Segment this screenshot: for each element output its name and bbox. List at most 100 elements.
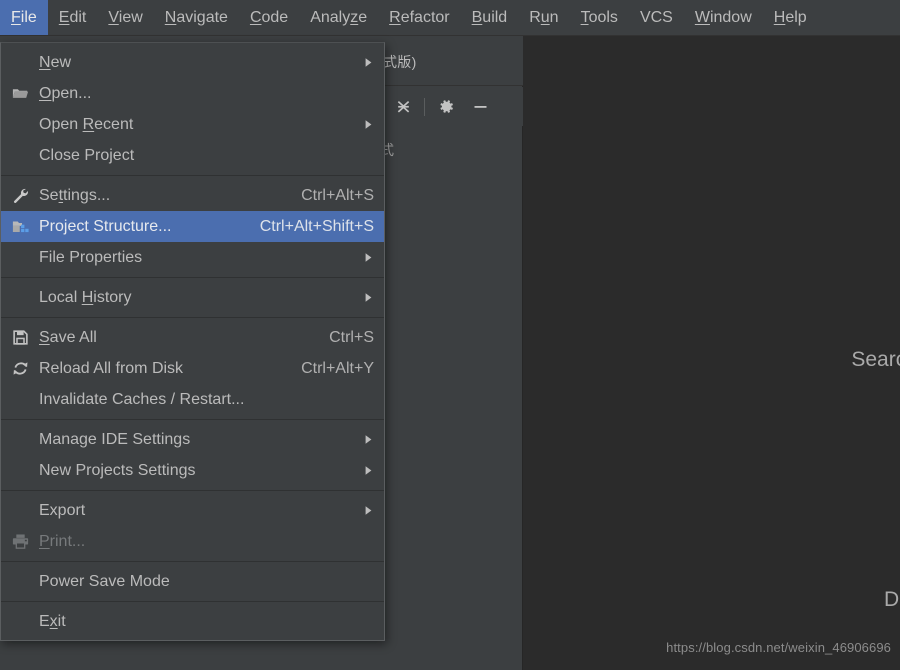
menubar-item-label: Tools [580,8,618,26]
menu-icon-slot [1,47,39,78]
menubar-item-help[interactable]: Help [763,0,818,35]
menubar-item-label: Build [471,8,508,26]
menu-item-label: Local History [39,288,132,306]
menu-item-label: Open... [39,84,92,102]
wrench-icon [1,180,39,211]
menu-item-label: New Projects Settings [39,461,196,479]
menu-item-label: New [39,53,72,71]
file-menu-popup: New Open... Open Recent Close Project Settin… [0,42,385,641]
menu-item-label: Open Recent [39,115,134,133]
menu-item-reload-all-from-disk[interactable]: Reload All from Disk Ctrl+Alt+Y [1,353,384,384]
menu-item-label: Export [39,501,86,519]
reload-icon [1,353,39,384]
menu-separator [1,561,384,562]
menu-icon-slot [1,495,39,526]
menu-item-open[interactable]: Open... [1,78,384,109]
hint-row: Search Everywhere Double Shift [730,330,900,390]
menu-item-power-save-mode[interactable]: Power Save Mode [1,566,384,597]
menu-item-label: Close Project [39,146,135,164]
menu-item-label: Print... [39,532,86,550]
tool-window-settings-button[interactable] [429,92,463,122]
hint-row: Go to File Ctrl+Shift+N [730,390,900,450]
menu-icon-slot [1,566,39,597]
menu-separator [1,490,384,491]
menu-item-manage-ide-settings[interactable]: Manage IDE Settings [1,424,384,455]
hint-row: Recent Files Ctrl+E [730,450,900,510]
menu-separator [1,419,384,420]
hint-row: Drop files here to open them [730,570,900,630]
menubar-item-label: VCS [639,8,673,26]
menu-separator [1,317,384,318]
menu-item-label: Save All [39,328,97,346]
menu-item-new-projects-settings[interactable]: New Projects Settings [1,455,384,486]
menu-item-shortcut: Ctrl+Alt+Shift+S [259,217,374,235]
menu-item-settings[interactable]: Settings... Ctrl+Alt+S [1,180,384,211]
menu-icon-slot [1,242,39,273]
window-title-text: 式版) [383,54,417,70]
menubar-item-label: Navigate [164,8,228,26]
menubar-item-label: Window [694,8,752,26]
menu-item-new[interactable]: New [1,47,384,78]
menubar-item-code[interactable]: Code [239,0,299,35]
hide-tool-window-button[interactable] [463,92,497,122]
menubar-item-label: Analyze [310,8,368,26]
menubar-item-build[interactable]: Build [461,0,519,35]
submenu-arrow-icon [341,119,374,130]
watermark-text: https://blog.csdn.net/weixin_46906696 [666,640,891,655]
menu-item-save-all[interactable]: Save All Ctrl+S [1,322,384,353]
submenu-arrow-icon [341,505,374,516]
tool-window-toolbar [386,87,523,126]
menubar-item-navigate[interactable]: Navigate [154,0,239,35]
submenu-arrow-icon [341,252,374,263]
menu-item-label: Power Save Mode [39,572,170,590]
menu-item-export[interactable]: Export [1,495,384,526]
menubar-item-edit[interactable]: Edit [48,0,98,35]
menubar-item-view[interactable]: View [97,0,153,35]
menubar-item-label: Help [773,8,807,26]
editor-empty-hints: Search Everywhere Double Shift Go to Fil… [523,330,900,630]
submenu-arrow-icon [341,292,374,303]
menubar-item-run[interactable]: Run [518,0,569,35]
submenu-arrow-icon [341,57,374,68]
menu-icon-slot [1,140,39,171]
menu-item-label: Settings... [39,186,111,204]
menubar-item-label: Code [249,8,289,26]
menu-item-open-recent[interactable]: Open Recent [1,109,384,140]
collapse-all-icon [395,98,412,115]
menu-icon-slot [1,109,39,140]
menu-separator [1,277,384,278]
menu-icon-slot [1,455,39,486]
menubar-item-analyze[interactable]: Analyze [299,0,378,35]
menubar-item-label: Refactor [389,8,450,26]
menu-icon-slot [1,606,39,637]
menu-item-close-project[interactable]: Close Project [1,140,384,171]
menu-item-file-properties[interactable]: File Properties [1,242,384,273]
ide-window: 式版) 式 Sear D File Edit View Navigate Cod… [0,0,900,670]
menu-item-shortcut: Ctrl+S [329,328,374,346]
menubar-item-window[interactable]: Window [684,0,763,35]
submenu-arrow-icon [341,465,374,476]
hint-label: Search Everywhere [851,348,900,371]
menu-item-label: Manage IDE Settings [39,430,191,448]
menu-item-project-structure[interactable]: Project Structure... Ctrl+Alt+Shift+S [1,211,384,242]
menubar-item-label: Run [529,8,559,26]
menu-icon-slot [1,424,39,455]
menubar-item-label: View [108,8,143,26]
menubar-item-file[interactable]: File [0,0,48,35]
menu-icon-slot [1,282,39,313]
collapse-all-button[interactable] [386,92,420,122]
save-icon [1,322,39,353]
menu-item-label: Project Structure... [39,217,172,235]
menubar-item-tools[interactable]: Tools [570,0,629,35]
menu-item-exit[interactable]: Exit [1,606,384,637]
menu-item-invalidate-caches-restart[interactable]: Invalidate Caches / Restart... [1,384,384,415]
menu-item-label: File Properties [39,248,143,266]
main-menu-bar: File Edit View Navigate Code Analyze Refactor B… [0,0,900,36]
menu-item-print: Print... [1,526,384,557]
menubar-item-vcs[interactable]: VCS [629,0,684,35]
minimize-icon [472,98,489,115]
menubar-item-refactor[interactable]: Refactor [378,0,460,35]
menu-item-local-history[interactable]: Local History [1,282,384,313]
menu-item-label: Invalidate Caches / Restart... [39,390,245,408]
editor-hints-list: Search Everywhere Double Shift Go to Fil… [730,330,900,630]
